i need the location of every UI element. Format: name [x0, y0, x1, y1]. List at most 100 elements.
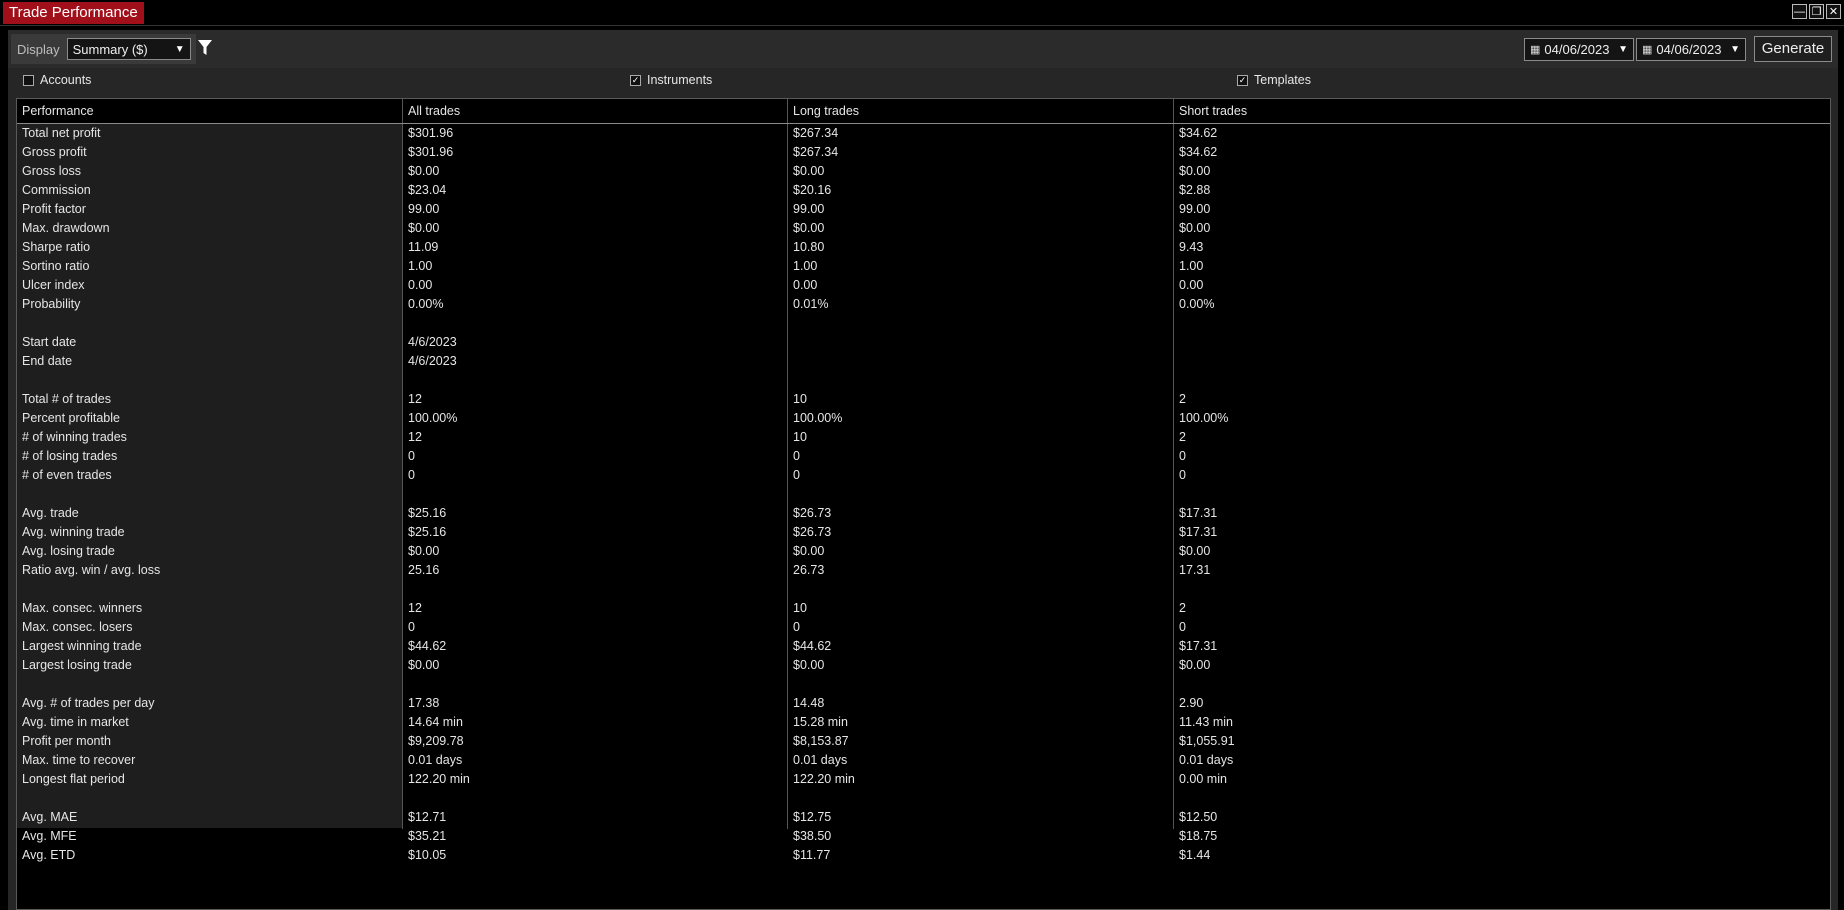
table-row[interactable]: Percent profitable 100.00% 100.00% 100.00% [17, 409, 1830, 428]
table-row[interactable]: Avg. time in market 14.64 min 15.28 min 11.… [17, 713, 1830, 732]
metric-name: Max. drawdown [22, 221, 110, 235]
table-row[interactable]: # of losing trades 0 0 0 [17, 447, 1830, 466]
display-label: Display [17, 41, 60, 57]
long-trades-value: 1.00 [793, 259, 818, 273]
table-row[interactable]: Longest flat period 122.20 min 122.20 min 0… [17, 770, 1830, 789]
all-trades-value: $35.21 [408, 829, 447, 843]
short-trades-value: 17.31 [1179, 563, 1211, 577]
table-row[interactable] [17, 675, 1830, 694]
instruments-option[interactable]: ✓ Instruments [630, 73, 712, 87]
table-row[interactable]: Avg. # of trades per day 17.38 14.48 2.90 [17, 694, 1830, 713]
table-row[interactable]: Sharpe ratio 11.09 10.80 9.43 [17, 238, 1830, 257]
all-trades-value: $12.71 [408, 810, 447, 824]
from-date-picker[interactable]: ▦ 04/06/2023 ▼ [1524, 38, 1634, 61]
table-row[interactable]: Start date 4/6/2023 [17, 333, 1830, 352]
header-performance[interactable]: Performance [17, 99, 94, 123]
instruments-checkbox[interactable]: ✓ [630, 74, 641, 86]
metric-name: # of winning trades [22, 430, 127, 444]
generate-button[interactable]: Generate [1754, 36, 1832, 62]
table-row[interactable]: Avg. MAE $12.71 $12.75 $12.50 [17, 808, 1830, 827]
table-row[interactable]: Gross profit $301.96 $267.34 $34.62 [17, 143, 1830, 162]
table-row[interactable]: Total # of trades 12 10 2 [17, 390, 1830, 409]
long-trades-value: 0 [793, 468, 800, 482]
short-trades-value: 2 [1179, 430, 1186, 444]
short-trades-value: $0.00 [1179, 164, 1211, 178]
short-trades-value: $34.62 [1179, 126, 1218, 140]
table-row[interactable]: Max. consec. winners 12 10 2 [17, 599, 1830, 618]
table-row[interactable]: Avg. ETD $10.05 $11.77 $1.44 [17, 846, 1830, 865]
table-row[interactable]: Sortino ratio 1.00 1.00 1.00 [17, 257, 1830, 276]
table-row[interactable]: Largest losing trade $0.00 $0.00 $0.00 [17, 656, 1830, 675]
table-row[interactable] [17, 580, 1830, 599]
header-all-trades[interactable]: All trades [403, 99, 460, 123]
table-row[interactable] [17, 371, 1830, 390]
filter-icon[interactable] [198, 39, 212, 57]
table-row[interactable]: Probability 0.00% 0.01% 0.00% [17, 295, 1830, 314]
short-trades-value: 1.00 [1179, 259, 1204, 273]
templates-option[interactable]: ✓ Templates [1237, 73, 1311, 87]
table-row[interactable]: Avg. trade $25.16 $26.73 $17.31 [17, 504, 1830, 523]
table-row[interactable]: Profit factor 99.00 99.00 99.00 [17, 200, 1830, 219]
instruments-label: Instruments [647, 73, 713, 87]
metric-name: Start date [22, 335, 77, 349]
header-short-trades[interactable]: Short trades [1174, 99, 1247, 123]
header-long-trades[interactable]: Long trades [788, 99, 859, 123]
minimize-button[interactable]: — [1792, 4, 1807, 19]
table-row[interactable]: Avg. MFE $35.21 $38.50 $18.75 [17, 827, 1830, 846]
metric-name: # of even trades [22, 468, 112, 482]
table-row[interactable]: Commission $23.04 $20.16 $2.88 [17, 181, 1830, 200]
table-row[interactable]: Avg. losing trade $0.00 $0.00 $0.00 [17, 542, 1830, 561]
metric-name: Max. time to recover [22, 753, 136, 767]
table-row[interactable]: Largest winning trade $44.62 $44.62 $17.31 [17, 637, 1830, 656]
accounts-option[interactable]: Accounts [23, 73, 91, 87]
table-row[interactable] [17, 314, 1830, 333]
long-trades-value: 15.28 min [793, 715, 848, 729]
long-trades-value: $12.75 [793, 810, 832, 824]
metric-name: Gross profit [22, 145, 87, 159]
all-trades-value: $25.16 [408, 506, 447, 520]
all-trades-value: $10.05 [408, 848, 447, 862]
metric-name: Avg. winning trade [22, 525, 125, 539]
table-row[interactable]: Max. drawdown $0.00 $0.00 $0.00 [17, 219, 1830, 238]
long-trades-value: 10 [793, 430, 807, 444]
calendar-icon: ▦ [1642, 43, 1653, 56]
table-row[interactable]: End date 4/6/2023 [17, 352, 1830, 371]
close-button[interactable]: ✕ [1826, 4, 1841, 19]
all-trades-value: 17.38 [408, 696, 440, 710]
table-row[interactable]: Total net profit $301.96 $267.34 $34.62 [17, 124, 1830, 143]
metric-name: Avg. trade [22, 506, 79, 520]
to-date-picker[interactable]: ▦ 04/06/2023 ▼ [1636, 38, 1746, 61]
table-row[interactable]: Max. consec. losers 0 0 0 [17, 618, 1830, 637]
long-trades-value: 0.01 days [793, 753, 848, 767]
templates-checkbox[interactable]: ✓ [1237, 74, 1248, 86]
short-trades-value: 2 [1179, 601, 1186, 615]
short-trades-value: $17.31 [1179, 506, 1218, 520]
table-row[interactable]: # of even trades 0 0 0 [17, 466, 1830, 485]
performance-grid[interactable]: Performance All trades Long trades Short… [16, 98, 1831, 910]
table-row[interactable] [17, 485, 1830, 504]
table-row[interactable]: Ulcer index 0.00 0.00 0.00 [17, 276, 1830, 295]
table-row[interactable] [17, 789, 1830, 808]
long-trades-value: $26.73 [793, 506, 832, 520]
long-trades-value: 0.00 [793, 278, 818, 292]
table-row[interactable]: # of winning trades 12 10 2 [17, 428, 1830, 447]
table-row[interactable]: Avg. winning trade $25.16 $26.73 $17.31 [17, 523, 1830, 542]
long-trades-value: $44.62 [793, 639, 832, 653]
short-trades-value: 11.43 min [1179, 715, 1233, 729]
window-titlebar[interactable]: Trade Performance — ❐ ✕ [0, 0, 1844, 26]
table-row[interactable]: Gross loss $0.00 $0.00 $0.00 [17, 162, 1830, 181]
accounts-checkbox[interactable] [23, 74, 34, 86]
table-row[interactable]: Ratio avg. win / avg. loss 25.16 26.73 17.3… [17, 561, 1830, 580]
maximize-button[interactable]: ❐ [1809, 4, 1824, 19]
long-trades-value: $0.00 [793, 164, 825, 178]
short-trades-value: $0.00 [1179, 544, 1211, 558]
short-trades-value: 0.00 [1179, 278, 1204, 292]
metric-name: Avg. # of trades per day [22, 696, 155, 710]
long-trades-value: $11.77 [793, 848, 831, 862]
display-select[interactable]: Summary ($) ▼ [66, 38, 191, 60]
short-trades-value: 0.01 days [1179, 753, 1234, 767]
table-row[interactable]: Profit per month $9,209.78 $8,153.87 $1,055… [17, 732, 1830, 751]
long-trades-value: 0 [793, 449, 800, 463]
table-row[interactable]: Max. time to recover 0.01 days 0.01 days 0.… [17, 751, 1830, 770]
all-trades-value: 0 [408, 620, 415, 634]
